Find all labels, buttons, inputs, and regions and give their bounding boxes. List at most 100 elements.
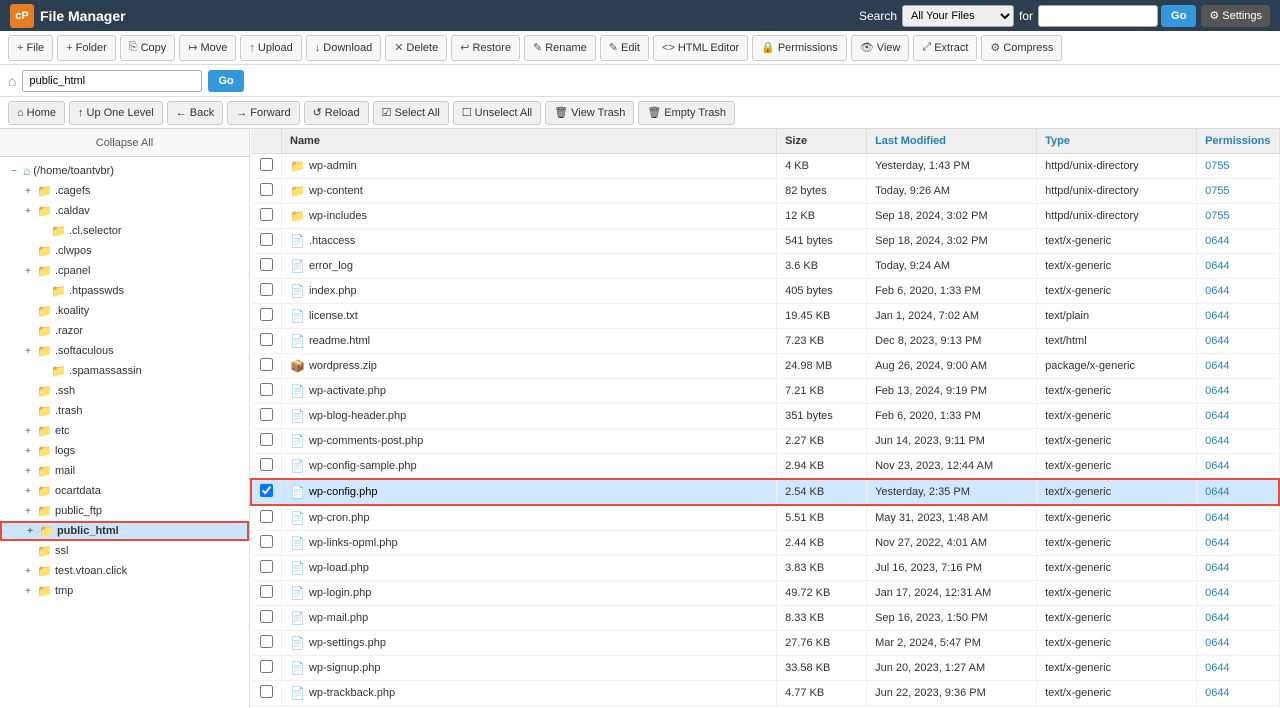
file-checkbox-0[interactable] — [260, 158, 273, 171]
file-checkbox-21[interactable] — [260, 685, 273, 698]
file-name[interactable]: license.txt — [309, 310, 358, 322]
table-row[interactable]: 📄wp-cron.php5.51 KBMay 31, 2023, 1:48 AM… — [251, 505, 1279, 531]
file-checkbox-11[interactable] — [260, 433, 273, 446]
file-name[interactable]: wp-comments-post.php — [309, 435, 423, 447]
modified-col-header[interactable]: Last Modified — [867, 129, 1037, 154]
file-checkbox-14[interactable] — [260, 510, 273, 523]
file-name[interactable]: index.php — [309, 285, 357, 297]
file-checkbox-4[interactable] — [260, 258, 273, 271]
table-row[interactable]: 📄error_log3.6 KBToday, 9:24 AMtext/x-gen… — [251, 254, 1279, 279]
upload-btn[interactable]: ↑Upload — [240, 35, 301, 61]
table-row[interactable]: 📄wp-trackback.php4.77 KBJun 22, 2023, 9:… — [251, 681, 1279, 706]
sidebar-item-cagefs[interactable]: +📁.cagefs — [0, 181, 249, 201]
table-row[interactable]: 📄wp-login.php49.72 KBJan 17, 2024, 12:31… — [251, 581, 1279, 606]
table-row[interactable]: 📁wp-content82 bytesToday, 9:26 AMhttpd/u… — [251, 179, 1279, 204]
html-editor-btn[interactable]: <>HTML Editor — [653, 35, 748, 61]
address-go-button[interactable]: Go — [208, 70, 243, 92]
sidebar-item-home[interactable]: −⌂(/home/toantvbr) — [0, 161, 249, 181]
sidebar-item-cpanel[interactable]: +📁.cpanel — [0, 261, 249, 281]
file-checkbox-7[interactable] — [260, 333, 273, 346]
download-btn[interactable]: ↓Download — [306, 35, 381, 61]
file-checkbox-15[interactable] — [260, 535, 273, 548]
file-checkbox-5[interactable] — [260, 283, 273, 296]
table-row[interactable]: 📄wp-comments-post.php2.27 KBJun 14, 2023… — [251, 429, 1279, 454]
file-checkbox-12[interactable] — [260, 458, 273, 471]
sidebar-item-logs[interactable]: +📁logs — [0, 441, 249, 461]
table-row[interactable]: 📄readme.html7.23 KBDec 8, 2023, 9:13 PMt… — [251, 329, 1279, 354]
file-checkbox-17[interactable] — [260, 585, 273, 598]
copy-btn[interactable]: ⎘Copy — [120, 35, 176, 61]
file-checkbox-18[interactable] — [260, 610, 273, 623]
reload-btn[interactable]: ↺Reload — [304, 101, 369, 125]
table-row[interactable]: 📁wp-includes12 KBSep 18, 2024, 3:02 PMht… — [251, 204, 1279, 229]
sidebar-item-public_html[interactable]: +📁public_html — [0, 521, 249, 541]
view-btn[interactable]: 👁View — [851, 35, 910, 61]
file-name[interactable]: .htaccess — [309, 235, 355, 247]
sidebar-item-razor[interactable]: 📁.razor — [0, 321, 249, 341]
permissions-btn[interactable]: 🔒Permissions — [752, 35, 847, 61]
extract-btn[interactable]: ⤢Extract — [913, 35, 977, 61]
sidebar-item-ssl[interactable]: 📁ssl — [0, 541, 249, 561]
unselect-all-btn[interactable]: ☐Unselect All — [453, 101, 541, 125]
sidebar-item-mail[interactable]: +📁mail — [0, 461, 249, 481]
table-row[interactable]: 📄index.php405 bytesFeb 6, 2020, 1:33 PMt… — [251, 279, 1279, 304]
table-row[interactable]: 📄wp-links-opml.php2.44 KBNov 27, 2022, 4… — [251, 531, 1279, 556]
home-btn[interactable]: ⌂Home — [8, 101, 65, 125]
table-row[interactable]: 📄wp-settings.php27.76 KBMar 2, 2024, 5:4… — [251, 631, 1279, 656]
file-name[interactable]: wp-settings.php — [309, 637, 386, 649]
file-name[interactable]: wp-includes — [309, 210, 367, 222]
table-row[interactable]: 📦wordpress.zip24.98 MBAug 26, 2024, 9:00… — [251, 354, 1279, 379]
search-select[interactable]: All Your Files File Names Only File Cont… — [902, 5, 1014, 27]
type-col-header[interactable]: Type — [1037, 129, 1197, 154]
address-input[interactable] — [22, 70, 202, 92]
file-checkbox-8[interactable] — [260, 358, 273, 371]
new-file-btn[interactable]: +File — [8, 35, 53, 61]
sidebar-item-etc[interactable]: +📁etc — [0, 421, 249, 441]
sidebar-item-koality[interactable]: 📁.koality — [0, 301, 249, 321]
search-go-button[interactable]: Go — [1161, 5, 1196, 27]
view-trash-btn[interactable]: 🗑View Trash — [545, 101, 634, 125]
file-checkbox-6[interactable] — [260, 308, 273, 321]
table-row[interactable]: 📄wp-signup.php33.58 KBJun 20, 2023, 1:27… — [251, 656, 1279, 681]
sidebar-item-ocartdata[interactable]: +📁ocartdata — [0, 481, 249, 501]
file-checkbox-10[interactable] — [260, 408, 273, 421]
file-name[interactable]: wp-trackback.php — [309, 687, 395, 699]
file-name[interactable]: wp-activate.php — [309, 385, 386, 397]
up-level-btn[interactable]: ↑Up One Level — [69, 101, 163, 125]
file-name[interactable]: wp-content — [309, 185, 363, 197]
file-name[interactable]: wp-admin — [309, 160, 357, 172]
size-col-header[interactable]: Size — [777, 129, 867, 154]
name-col-header[interactable]: Name — [282, 129, 777, 154]
sidebar-item-caldav[interactable]: +📁.caldav — [0, 201, 249, 221]
new-folder-btn[interactable]: +Folder — [57, 35, 116, 61]
sidebar-item-cl_selector[interactable]: 📁.cl.selector — [0, 221, 249, 241]
sidebar-item-tmp[interactable]: +📁tmp — [0, 581, 249, 601]
file-name[interactable]: readme.html — [309, 335, 370, 347]
compress-btn[interactable]: ⚙Compress — [981, 35, 1062, 61]
perms-col-header[interactable]: Permissions — [1197, 129, 1279, 154]
empty-trash-btn[interactable]: 🗑Empty Trash — [638, 101, 735, 125]
table-row[interactable]: 📄wp-config.php2.54 KBYesterday, 2:35 PMt… — [251, 479, 1279, 505]
settings-button[interactable]: ⚙ Settings — [1201, 5, 1270, 27]
delete-btn[interactable]: ✕Delete — [385, 35, 447, 61]
sidebar-item-trash[interactable]: 📁.trash — [0, 401, 249, 421]
sidebar-item-public_ftp[interactable]: +📁public_ftp — [0, 501, 249, 521]
file-name[interactable]: wordpress.zip — [309, 360, 377, 372]
forward-btn[interactable]: →Forward — [227, 101, 299, 125]
edit-btn[interactable]: ✎Edit — [600, 35, 649, 61]
back-btn[interactable]: ←Back — [167, 101, 223, 125]
table-row[interactable]: 📁wp-admin4 KBYesterday, 1:43 PMhttpd/uni… — [251, 154, 1279, 179]
file-name[interactable]: wp-mail.php — [309, 612, 368, 624]
select-all-btn[interactable]: ☑Select All — [373, 101, 449, 125]
restore-btn[interactable]: ↩Restore — [451, 35, 520, 61]
file-checkbox-1[interactable] — [260, 183, 273, 196]
file-name[interactable]: wp-blog-header.php — [309, 410, 406, 422]
search-input[interactable] — [1038, 5, 1158, 27]
table-row[interactable]: 📄wp-load.php3.83 KBJul 16, 2023, 7:16 PM… — [251, 556, 1279, 581]
file-name[interactable]: wp-signup.php — [309, 662, 381, 674]
file-name[interactable]: wp-load.php — [309, 562, 369, 574]
file-checkbox-20[interactable] — [260, 660, 273, 673]
table-row[interactable]: 📄license.txt19.45 KBJan 1, 2024, 7:02 AM… — [251, 304, 1279, 329]
move-btn[interactable]: ↦Move — [179, 35, 236, 61]
file-name[interactable]: wp-config.php — [309, 486, 378, 498]
